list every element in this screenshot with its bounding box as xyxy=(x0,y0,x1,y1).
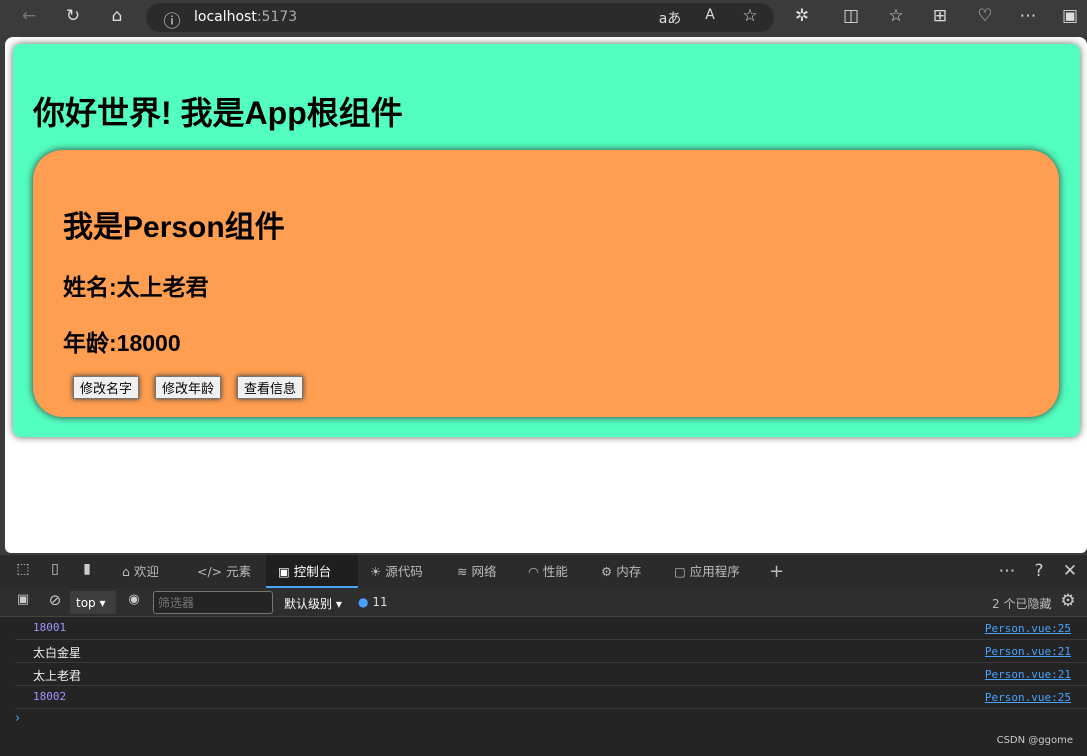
console-log-row: 太白金星 Person.vue:21 xyxy=(15,640,1087,663)
source-link[interactable]: Person.vue:25 xyxy=(985,691,1071,704)
inspect-icon[interactable]: ⬚ xyxy=(11,561,35,577)
app-title: 你好世界! 我是App根组件 xyxy=(33,95,403,131)
favorite-star-icon[interactable]: ☆ xyxy=(738,6,762,26)
sidebar-toggle-icon[interactable]: ▣ xyxy=(1058,6,1082,26)
refresh-icon[interactable]: ↻ xyxy=(61,6,85,26)
info-icon: ⓘ xyxy=(163,12,181,32)
back-icon[interactable]: ← xyxy=(17,6,41,26)
source-link[interactable]: Person.vue:21 xyxy=(985,668,1071,681)
console-log-row: 18002 Person.vue:25 xyxy=(15,686,1087,709)
page-viewport: 你好世界! 我是App根组件 我是Person组件 姓名:太上老君 年龄:180… xyxy=(5,37,1087,553)
tab-console[interactable]: ▣ 控制台 xyxy=(266,555,358,588)
live-expression-eye-icon[interactable]: ◉ xyxy=(122,592,146,607)
device-emulation-icon[interactable]: ▯ xyxy=(43,561,67,577)
console-log-row: 18001 Person.vue:25 xyxy=(15,617,1087,640)
devtools-panel: ⬚ ▯ ▮ ⌂ 欢迎 </> 元素 ▣ 控制台 ☀ 源代码 ≋ 网络 ◠ 性能 … xyxy=(0,555,1087,756)
console-prompt[interactable]: › xyxy=(15,709,1087,726)
dock-icon[interactable]: ▮ xyxy=(75,561,99,577)
favorites-icon[interactable]: ☆ xyxy=(884,6,908,26)
console-sidebar-icon[interactable]: ▣ xyxy=(11,592,35,607)
message-count[interactable]: ● 11 xyxy=(358,595,388,609)
tab-performance[interactable]: ◠ 性能 xyxy=(528,555,568,588)
address-bar[interactable]: ⓘ localhost:5173 aあ A ☆ xyxy=(146,3,774,32)
tab-memory[interactable]: ⚙ 内存 xyxy=(601,555,641,588)
source-link[interactable]: Person.vue:25 xyxy=(985,622,1071,635)
view-info-button[interactable]: 查看信息 xyxy=(237,376,304,399)
browser-toolbar: ← ↻ ⌂ ⓘ localhost:5173 aあ A ☆ ✲ ◫ ☆ ⊞ ♡ … xyxy=(0,0,1087,36)
split-screen-icon[interactable]: ◫ xyxy=(839,6,863,26)
console-settings-gear-icon[interactable]: ⚙ xyxy=(1056,591,1080,611)
translate-icon[interactable]: aあ xyxy=(658,8,682,28)
console-log-list: 18001 Person.vue:25 太白金星 Person.vue:21 太上老… xyxy=(0,617,1087,726)
change-age-button[interactable]: 修改年龄 xyxy=(155,376,222,399)
close-icon[interactable]: ✕ xyxy=(1058,561,1082,581)
console-filter-input[interactable] xyxy=(153,591,273,614)
log-level-select[interactable]: 默认级别 ▾ xyxy=(284,595,342,612)
collections-icon[interactable]: ⊞ xyxy=(928,6,952,26)
more-icon[interactable]: ⋯ xyxy=(1016,6,1040,26)
devtools-tabbar: ⬚ ▯ ▮ ⌂ 欢迎 </> 元素 ▣ 控制台 ☀ 源代码 ≋ 网络 ◠ 性能 … xyxy=(0,555,1087,588)
app-root: 你好世界! 我是App根组件 我是Person组件 姓名:太上老君 年龄:180… xyxy=(13,44,1080,437)
tab-welcome[interactable]: ⌂ 欢迎 xyxy=(122,555,159,588)
tab-elements[interactable]: </> 元素 xyxy=(197,555,251,588)
extensions-icon[interactable]: ✲ xyxy=(790,6,814,26)
person-component: 我是Person组件 姓名:太上老君 年龄:18000 修改名字 修改年龄 查看信息 xyxy=(33,150,1059,417)
console-log-row: 太上老君 Person.vue:21 xyxy=(15,663,1087,686)
change-name-button[interactable]: 修改名字 xyxy=(73,376,140,399)
person-title: 我是Person组件 xyxy=(63,211,285,244)
person-age: 年龄:18000 xyxy=(63,330,181,356)
source-link[interactable]: Person.vue:21 xyxy=(985,645,1071,658)
read-aloud-icon[interactable]: A xyxy=(698,7,722,23)
tab-network[interactable]: ≋ 网络 xyxy=(457,555,496,588)
more-icon[interactable]: ⋯ xyxy=(995,561,1019,581)
clear-console-icon[interactable]: ⊘ xyxy=(43,591,67,609)
help-icon[interactable]: ? xyxy=(1027,561,1051,581)
add-tab-icon[interactable]: + xyxy=(769,555,784,588)
message-icon: ● xyxy=(358,595,369,609)
home-icon[interactable]: ⌂ xyxy=(105,6,129,26)
tab-application[interactable]: ▢ 应用程序 xyxy=(674,555,740,588)
console-toolbar: ▣ ⊘ top ▾ ◉ 默认级别 ▾ ● 11 2 个已隐藏 ⚙ xyxy=(0,588,1087,617)
context-select[interactable]: top ▾ xyxy=(70,591,116,614)
browser-health-icon[interactable]: ♡ xyxy=(973,6,997,26)
url-text: localhost:5173 xyxy=(194,9,298,25)
watermark: CSDN @ggome xyxy=(996,735,1073,746)
tab-sources[interactable]: ☀ 源代码 xyxy=(370,555,423,588)
person-name: 姓名:太上老君 xyxy=(63,274,209,300)
hidden-count: 2 个已隐藏 xyxy=(992,597,1052,611)
